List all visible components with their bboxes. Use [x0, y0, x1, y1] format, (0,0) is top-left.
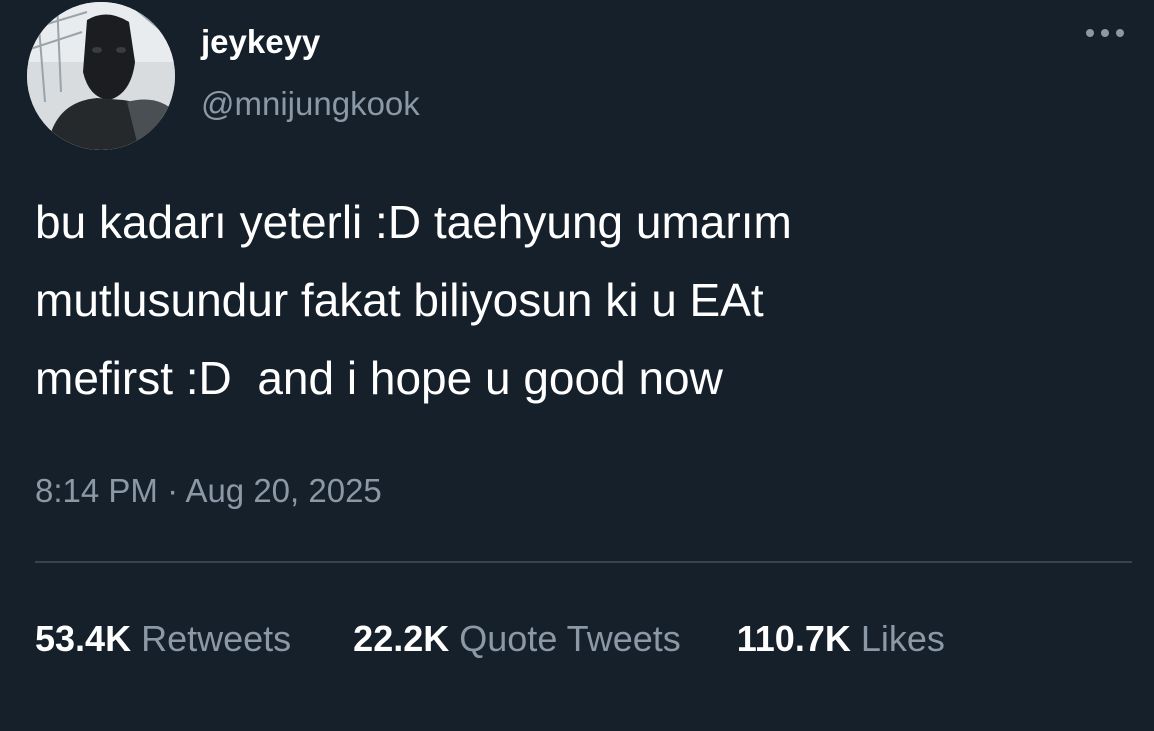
avatar[interactable] — [27, 2, 175, 150]
likes-count: 110.7K — [736, 618, 851, 659]
retweets-count: 53.4K — [35, 618, 132, 659]
meta-separator: · — [167, 472, 179, 509]
quotes-count: 22.2K — [353, 618, 450, 659]
more-dot — [1101, 29, 1109, 37]
tweet-card: jeykeyy @mnijungkook bu kadarı yeterli :… — [0, 0, 1154, 731]
tweet-time: 8:14 PM — [35, 472, 158, 509]
retweets-stat[interactable]: 53.4K Retweets — [35, 618, 291, 659]
more-dot — [1116, 29, 1124, 37]
retweets-label: Retweets — [141, 618, 292, 659]
avatar-photo — [27, 2, 175, 150]
more-horizontal-icon[interactable] — [1080, 18, 1130, 48]
divider — [35, 561, 1132, 563]
tweet-date: Aug 20, 2025 — [185, 472, 382, 509]
tweet-timestamp[interactable]: 8:14 PM · Aug 20, 2025 — [35, 471, 382, 511]
tweet-text: bu kadarı yeterli :D taehyung umarım mut… — [35, 196, 792, 404]
more-dot — [1086, 29, 1094, 37]
likes-label: Likes — [860, 618, 945, 659]
engagement-stats: 53.4K Retweets 22.2K Quote Tweets 110.7K L… — [35, 615, 1125, 663]
quotes-label: Quote Tweets — [459, 618, 681, 659]
likes-stat[interactable]: 110.7K Likes — [737, 618, 945, 659]
display-name[interactable]: jeykeyy — [201, 22, 320, 62]
quote-tweets-stat[interactable]: 22.2K Quote Tweets — [353, 618, 681, 659]
user-handle[interactable]: @mnijungkook — [201, 84, 420, 124]
